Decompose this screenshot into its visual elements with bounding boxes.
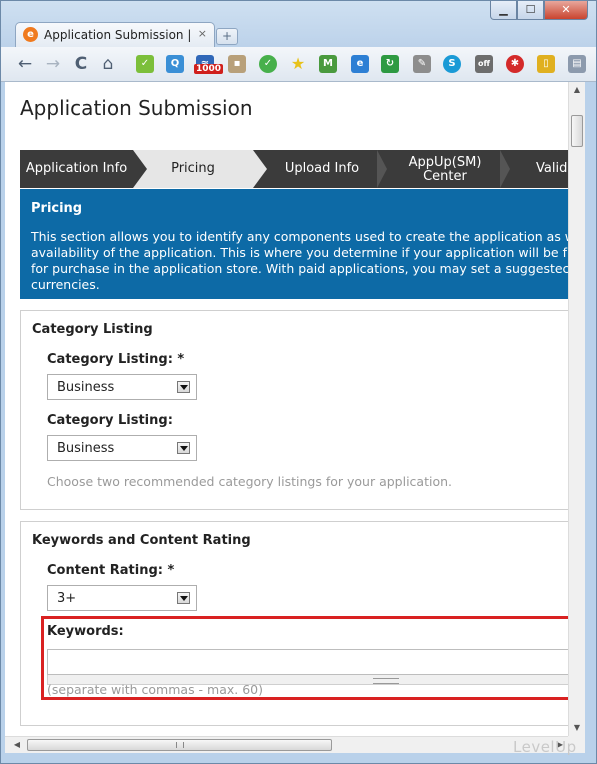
step-separator <box>377 150 387 188</box>
skype-extension-icon[interactable]: S <box>443 55 461 73</box>
tools-extension-icon[interactable]: ✎ <box>413 55 431 73</box>
new-tab-button[interactable]: + <box>216 28 238 45</box>
page-title: Application Submission <box>20 96 253 120</box>
step-separator <box>133 150 147 188</box>
category-listing-2-select[interactable]: Business <box>47 435 197 461</box>
step-separator <box>253 150 267 188</box>
pricing-info-box: Pricing This section allows you to ident… <box>20 189 568 299</box>
step-pricing[interactable]: Pricing <box>133 150 253 188</box>
search-extension-icon[interactable]: Q <box>166 55 184 73</box>
back-arrow-icon[interactable]: ← <box>15 54 35 74</box>
notification-badge: 1000 <box>194 64 224 74</box>
site-favicon-icon: e <box>23 27 38 42</box>
title-bar: e Application Submission | ... × + ▁ ☐ ✕ <box>1 1 596 47</box>
category-listing-1-select[interactable]: Business <box>47 374 197 400</box>
dropdown-arrow-icon <box>177 381 190 393</box>
content-rating-select[interactable]: 3+ <box>47 585 197 611</box>
keywords-highlight-box <box>41 616 568 700</box>
scroll-left-arrow-icon[interactable]: ◀ <box>9 737 25 753</box>
page-viewport: Application Submission Application Info … <box>5 82 568 736</box>
horizontal-scroll-thumb[interactable] <box>27 739 332 751</box>
home-icon[interactable]: ⌂ <box>98 54 118 74</box>
vertical-scroll-thumb[interactable] <box>571 115 583 147</box>
dropdown-arrow-icon <box>177 592 190 604</box>
off-label: off <box>478 59 490 68</box>
content-rating-label: Content Rating: * <box>47 563 175 578</box>
lastpass-extension-icon[interactable]: ✱ <box>506 55 524 73</box>
category-listing-1-label: Category Listing: * <box>47 352 185 367</box>
category-hint: Choose two recommended category listings… <box>47 474 452 489</box>
tab-title: Application Submission | ... <box>44 28 194 42</box>
dropdown-arrow-icon <box>177 442 190 454</box>
info-description: This section allows you to identify any … <box>31 229 568 292</box>
category-listing-2-label: Category Listing: <box>47 413 173 428</box>
reload-icon[interactable]: C <box>71 54 91 74</box>
vertical-scrollbar[interactable]: ▲ ▼ <box>568 82 585 736</box>
step-separator <box>500 150 510 188</box>
step-upload-info[interactable]: Upload Info <box>267 150 377 188</box>
horizontal-scrollbar[interactable]: ◀ ▶ <box>5 736 568 753</box>
browser-window: e Application Submission | ... × + ▁ ☐ ✕… <box>0 0 597 764</box>
scroll-up-arrow-icon[interactable]: ▲ <box>569 82 585 98</box>
notes-extension-icon[interactable]: ▪ <box>228 55 246 73</box>
step-appup-center[interactable]: AppUp(SM) Center <box>390 150 500 188</box>
forward-arrow-icon[interactable]: → <box>43 54 63 74</box>
step-validation[interactable]: Valida <box>520 150 568 188</box>
window-controls: ▁ ☐ ✕ <box>490 1 588 20</box>
sync-extension-icon[interactable]: ↻ <box>381 55 399 73</box>
checkmark-extension-icon[interactable]: ✓ <box>136 55 154 73</box>
off-extension-icon[interactable]: off <box>475 55 493 73</box>
tab-close-icon[interactable]: × <box>198 27 207 40</box>
phone-extension-icon[interactable]: ▯ <box>537 55 555 73</box>
step-application-info[interactable]: Application Info <box>20 150 133 188</box>
watermark-logo: LevelUp <box>513 738 577 756</box>
page-menu-icon[interactable]: ▤ <box>568 55 586 73</box>
scroll-grip-icon <box>176 742 184 748</box>
close-window-button[interactable]: ✕ <box>544 1 588 20</box>
category-listing-panel: Category Listing Category Listing: * Bus… <box>20 310 568 510</box>
minimize-button[interactable]: ▁ <box>490 1 517 20</box>
wizard-steps: Application Info Pricing Upload Info App… <box>20 150 568 188</box>
browser-tab[interactable]: e Application Submission | ... × <box>15 22 215 47</box>
browser-toolbar: ← → C ⌂ ✓ Q ≈ ▪ ✓ ★ M e ↻ ✎ S off ✱ ▯ ▤ <box>1 47 596 82</box>
ie-extension-icon[interactable]: e <box>351 55 369 73</box>
m-extension-icon[interactable]: M <box>319 55 337 73</box>
scroll-down-arrow-icon[interactable]: ▼ <box>569 720 585 736</box>
panel-title: Category Listing <box>32 322 153 337</box>
info-title: Pricing <box>31 201 83 216</box>
maximize-button[interactable]: ☐ <box>517 1 544 20</box>
star-extension-icon[interactable]: ★ <box>289 55 307 73</box>
panel-title: Keywords and Content Rating <box>32 533 251 548</box>
ok-extension-icon[interactable]: ✓ <box>259 55 277 73</box>
